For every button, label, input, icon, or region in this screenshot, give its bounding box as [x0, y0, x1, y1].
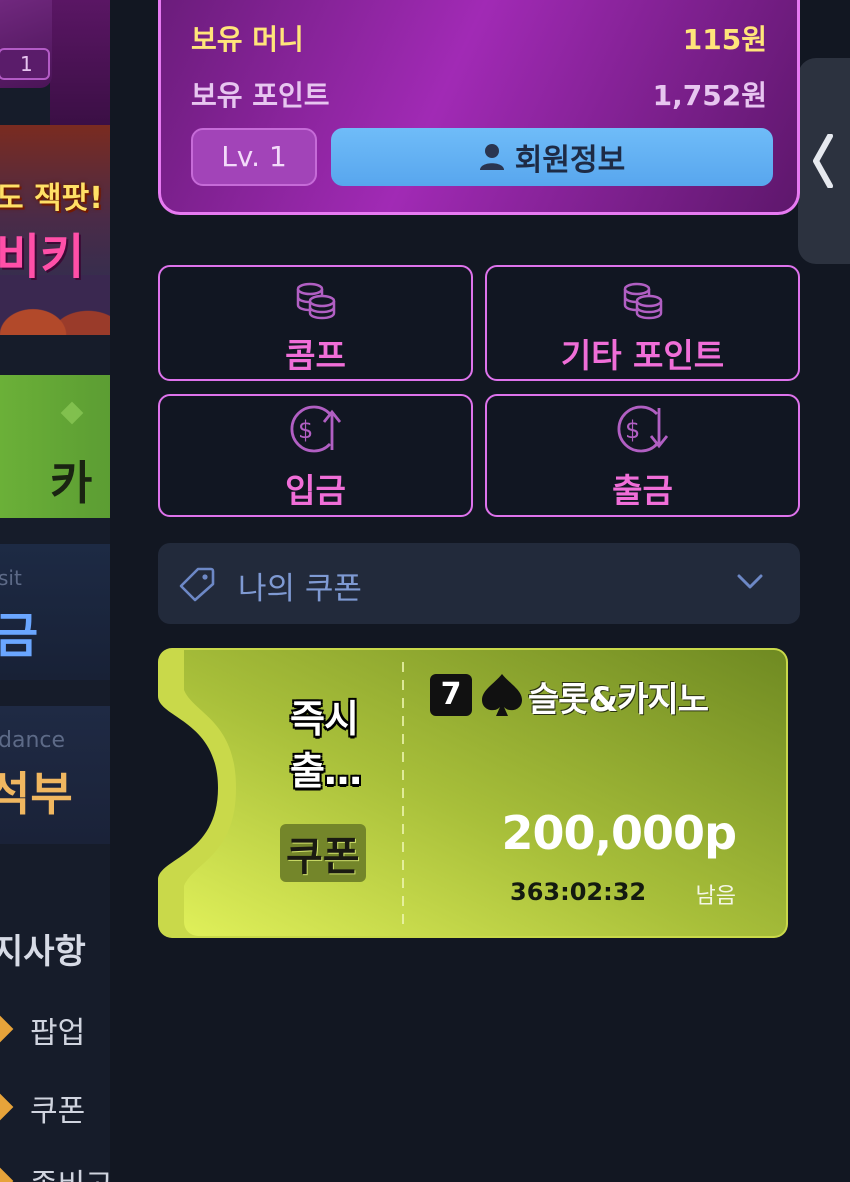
background-jackpot-banner[interactable]: 도 잭팟! 비키 — [0, 125, 110, 335]
spade-icon — [482, 674, 522, 716]
level-button[interactable]: Lv. 1 — [191, 128, 317, 186]
my-coupon-dropdown[interactable]: 나의 쿠폰 — [158, 543, 800, 624]
chevron-down-icon — [737, 574, 763, 589]
comp-label: 콤프 — [285, 336, 346, 375]
dollar-up-icon: $ — [290, 405, 341, 453]
banner-line1: 도 잭팟! — [0, 181, 103, 216]
money-label: 보유 머니 — [191, 23, 304, 56]
dollar-down-icon: $ — [617, 405, 668, 453]
other-points-button[interactable]: 기타 포인트 — [485, 265, 800, 381]
background-header-band — [50, 0, 110, 125]
deposit-card-title: 금 — [0, 608, 39, 664]
diamond-icon — [60, 401, 84, 425]
diamond-bullet-icon — [0, 1010, 14, 1048]
background-avatar: 1 — [0, 0, 52, 88]
person-icon — [479, 144, 504, 170]
coins-icon — [623, 282, 662, 320]
background-level-chip: 1 — [0, 48, 50, 80]
svg-text:$: $ — [625, 416, 640, 444]
attendance-card-sub: dance — [0, 728, 66, 753]
coupon-card[interactable]: 즉시 출… 쿠폰 7 슬롯&카지노 200,000p 363:02:32 남음 — [158, 648, 788, 938]
coupon-remain-label: 남음 — [695, 884, 736, 909]
member-info-button[interactable]: 회원정보 — [331, 128, 773, 186]
withdraw-button[interactable]: $ 출금 — [485, 394, 800, 517]
my-coupon-label: 나의 쿠폰 — [238, 571, 362, 607]
coupon-title-line2: 출… — [290, 749, 362, 793]
background-sidebar: 1 도 잭팟! 비키 카 sit 금 dance 석부 지사항 팝업 쿠폰 종비… — [0, 0, 110, 1182]
diamond-bullet-icon — [0, 1162, 14, 1182]
background-deposit-card[interactable]: sit 금 — [0, 544, 110, 680]
notice-item-label: 팝업 — [30, 1016, 86, 1051]
background-casino-banner[interactable]: 카 — [0, 375, 110, 518]
deposit-button[interactable]: $ 입금 — [158, 394, 473, 517]
withdraw-label: 출금 — [612, 471, 673, 510]
collapse-panel-tab[interactable] — [798, 58, 850, 264]
seven-badge-icon: 7 — [430, 674, 472, 716]
coupon-time-left: 363:02:32 — [510, 878, 647, 906]
other-points-label: 기타 포인트 — [560, 336, 725, 375]
diamond-bullet-icon — [0, 1088, 14, 1126]
notice-item-label: 쿠폰 — [30, 1094, 86, 1129]
profile-card: 보유 머니 115원 보유 포인트 1,752원 Lv. 1 회원정보 — [158, 0, 800, 215]
points-label: 보유 포인트 — [191, 79, 330, 112]
coupon-amount: 200,000p — [501, 806, 737, 860]
money-value: 115원 — [682, 23, 767, 56]
banner-line2: 비키 — [0, 229, 85, 285]
member-info-label: 회원정보 — [514, 143, 626, 178]
notice-heading: 지사항 — [0, 932, 86, 972]
notice-item-label: 종비고 — [30, 1160, 110, 1182]
casino-banner-text: 카 — [50, 456, 93, 510]
coupon-badge: 쿠폰 — [280, 824, 366, 882]
comp-button[interactable]: 콤프 — [158, 265, 473, 381]
svg-text:$: $ — [298, 416, 313, 444]
coupon-title-line1: 즉시 — [290, 697, 359, 741]
background-attendance-card[interactable]: dance 석부 — [0, 706, 110, 844]
deposit-label: 입금 — [285, 471, 346, 510]
deposit-card-sub: sit — [0, 566, 22, 590]
points-value: 1,752원 — [652, 79, 767, 112]
tag-icon — [179, 567, 215, 602]
coins-icon — [296, 282, 335, 320]
attendance-card-title: 석부 — [0, 767, 73, 821]
chevron-left-icon — [813, 134, 833, 188]
coupon-game-type: 슬롯&카지노 — [528, 680, 709, 720]
